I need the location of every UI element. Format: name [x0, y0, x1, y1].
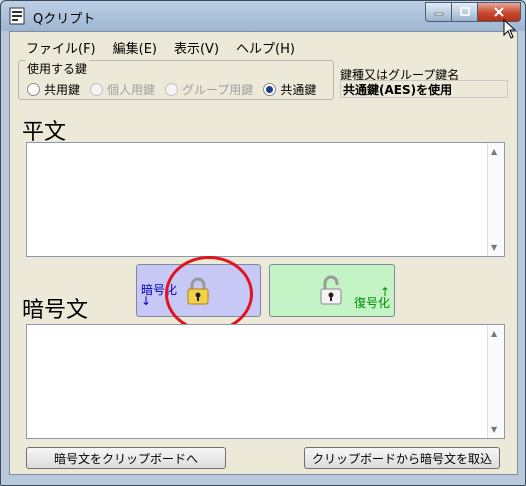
menu-bar: ファイル(F) 編集(E) 表示(V) ヘルプ(H) — [18, 34, 304, 57]
radio-personal-key-label: 個人用鍵 — [107, 83, 156, 97]
radio-group-key-label: グループ用鍵 — [182, 83, 254, 97]
copy-to-clipboard-button[interactable]: 暗号文をクリップボードへ — [26, 447, 226, 469]
window-title: Qクリプト — [33, 12, 96, 27]
plaintext-input[interactable]: ▲ ▼ — [26, 142, 505, 257]
scroll-down-icon[interactable]: ▼ — [491, 425, 497, 434]
encrypt-label: 暗号化 ↓ — [141, 284, 177, 308]
ciphertext-title: 暗号文 — [22, 298, 89, 323]
title-bar[interactable]: Qクリプト — [1, 1, 525, 31]
lock-closed-icon — [187, 277, 209, 305]
plaintext-scrollbar[interactable]: ▲ ▼ — [487, 143, 504, 256]
paste-from-clipboard-button[interactable]: クリップボードから暗号文を取込 — [304, 447, 500, 469]
maximize-button[interactable] — [452, 2, 478, 22]
scroll-down-icon[interactable]: ▼ — [491, 243, 497, 252]
radio-dot — [90, 83, 104, 96]
ciphertext-scrollbar[interactable]: ▲ ▼ — [487, 325, 504, 438]
radio-dot[interactable] — [263, 83, 277, 96]
minimize-button[interactable] — [425, 2, 452, 22]
radio-common-key[interactable]: 共通鍵 — [263, 81, 316, 98]
mouse-cursor-icon — [503, 19, 517, 39]
key-type-legend: 使用する鍵 — [25, 60, 90, 77]
scroll-up-icon[interactable]: ▲ — [491, 147, 497, 156]
decrypt-button[interactable]: ↑ 復号化 — [269, 264, 395, 317]
menu-help[interactable]: ヘルプ(H) — [228, 34, 304, 57]
maximize-icon — [459, 7, 470, 16]
radio-common-key-label: 共通鍵 — [280, 83, 317, 97]
app-icon[interactable] — [9, 7, 25, 25]
key-info-value: 共通鍵(AES)を使用 — [340, 80, 508, 98]
encrypt-button[interactable]: 暗号化 ↓ — [136, 264, 261, 317]
menu-view[interactable]: 表示(V) — [166, 34, 228, 57]
key-type-group: 使用する鍵 共用鍵 個人用鍵 グループ用鍵 共通鍵 — [18, 60, 334, 100]
down-arrow-icon: ↓ — [141, 294, 152, 308]
radio-shared-key-label: 共用鍵 — [44, 83, 81, 97]
radio-shared-key[interactable]: 共用鍵 — [27, 81, 80, 98]
menu-file[interactable]: ファイル(F) — [18, 34, 105, 57]
client-area: ファイル(F) 編集(E) 表示(V) ヘルプ(H) 使用する鍵 共用鍵 個人用… — [9, 31, 518, 475]
scroll-up-icon[interactable]: ▲ — [491, 329, 497, 338]
app-window: Qクリプト ファイル(F) 編集(E) 表示(V) ヘルプ(H) 使用する鍵 共… — [0, 0, 526, 486]
radio-group-key: グループ用鍵 — [165, 81, 253, 98]
menu-edit[interactable]: 編集(E) — [105, 34, 166, 57]
ciphertext-input[interactable]: ▲ ▼ — [26, 324, 505, 439]
decrypt-label: ↑ 復号化 — [354, 286, 391, 310]
minimize-icon — [434, 12, 443, 16]
radio-dot[interactable] — [27, 83, 40, 96]
lock-open-icon — [320, 275, 342, 305]
decrypt-label-text: 復号化 — [354, 296, 391, 310]
close-icon — [494, 7, 504, 17]
radio-dot — [165, 83, 179, 96]
radio-personal-key: 個人用鍵 — [90, 81, 155, 98]
